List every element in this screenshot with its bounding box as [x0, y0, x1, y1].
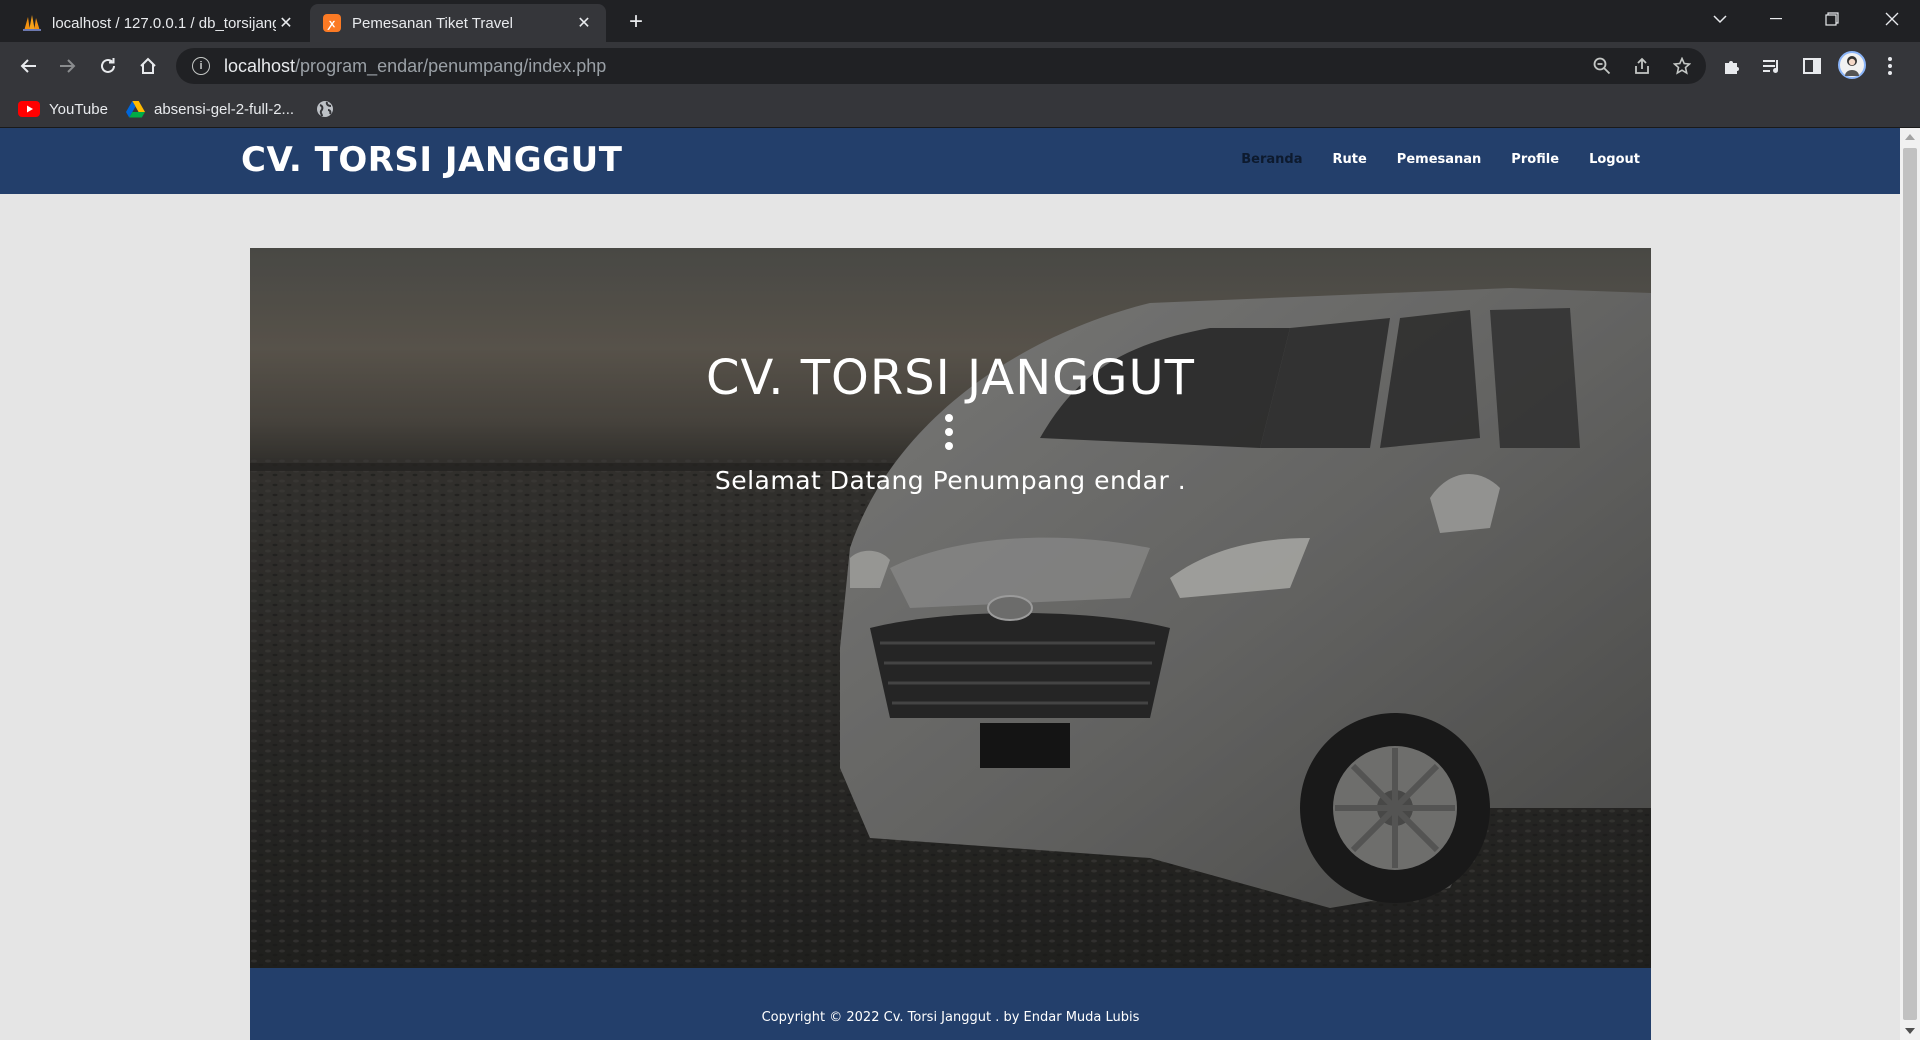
scroll-down-icon[interactable]: [1905, 1028, 1915, 1034]
youtube-icon: [18, 101, 40, 117]
address-bar[interactable]: i localhost/program_endar/penumpang/inde…: [176, 48, 1706, 84]
tab-search-icon[interactable]: [1692, 0, 1748, 38]
close-icon[interactable]: ✕: [276, 13, 296, 33]
hero-banner: CV. TORSI JANGGUT Selamat Datang Penumpa…: [250, 248, 1651, 968]
nav-link-beranda[interactable]: Beranda: [1241, 152, 1302, 167]
site-info-icon[interactable]: i: [192, 57, 210, 75]
nav-link-rute[interactable]: Rute: [1333, 152, 1367, 167]
page-scrollbar[interactable]: [1900, 128, 1920, 1040]
profile-avatar[interactable]: [1838, 51, 1866, 79]
page-viewport: CV. TORSI JANGGUT Beranda Rute Pemesanan…: [0, 128, 1900, 1040]
hero-title: CV. TORSI JANGGUT: [706, 350, 1195, 406]
site-menu: Beranda Rute Pemesanan Profile Logout: [1241, 152, 1640, 167]
menu-kebab-icon[interactable]: [1874, 50, 1906, 82]
site-navbar: CV. TORSI JANGGUT Beranda Rute Pemesanan…: [0, 128, 1900, 194]
media-queue-icon[interactable]: [1756, 50, 1788, 82]
bookmarks-bar: YouTube absensi-gel-2-full-2...: [0, 90, 1920, 128]
google-drive-icon: [126, 100, 145, 118]
browser-toolbar: i localhost/program_endar/penumpang/inde…: [0, 42, 1920, 90]
hero-subtitle: Selamat Datang Penumpang endar .: [714, 466, 1187, 495]
globe-icon: [316, 100, 334, 118]
reload-icon[interactable]: [92, 50, 124, 82]
forward-arrow-icon[interactable]: [52, 50, 84, 82]
nav-link-pemesanan[interactable]: Pemesanan: [1397, 152, 1482, 167]
scroll-up-icon[interactable]: [1905, 134, 1915, 140]
browser-tab-pemesanan[interactable]: ꭗ Pemesanan Tiket Travel ✕: [310, 4, 606, 42]
svg-text:ꭗ: ꭗ: [327, 17, 336, 30]
side-panel-icon[interactable]: [1796, 50, 1828, 82]
phpmyadmin-icon: [22, 13, 42, 33]
scrollbar-thumb[interactable]: [1903, 148, 1917, 1020]
share-icon[interactable]: [1626, 50, 1658, 82]
bookmark-star-icon[interactable]: [1666, 50, 1698, 82]
close-window-icon[interactable]: [1864, 0, 1920, 38]
minimize-icon[interactable]: [1748, 0, 1804, 38]
bookmark-youtube[interactable]: YouTube: [18, 96, 108, 122]
nav-link-profile[interactable]: Profile: [1511, 152, 1559, 167]
restore-icon[interactable]: [1804, 0, 1860, 38]
hero-divider-dots: [943, 414, 955, 450]
xampp-icon: ꭗ: [322, 13, 342, 33]
footer-copyright: Copyright © 2022 Cv. Torsi Janggut . by …: [761, 1010, 1140, 1025]
home-icon[interactable]: [132, 50, 164, 82]
bookmark-absensi[interactable]: absensi-gel-2-full-2...: [126, 96, 294, 122]
zoom-icon[interactable]: [1586, 50, 1618, 82]
site-brand[interactable]: CV. TORSI JANGGUT: [241, 140, 622, 180]
back-arrow-icon[interactable]: [12, 50, 44, 82]
tab-title: Pemesanan Tiket Travel: [352, 14, 513, 32]
bookmark-globe[interactable]: [316, 96, 343, 122]
new-tab-button[interactable]: +: [622, 8, 650, 36]
nav-link-logout[interactable]: Logout: [1589, 152, 1640, 167]
browser-tab-phpmyadmin[interactable]: localhost / 127.0.0.1 / db_torsijanggut …: [10, 4, 308, 42]
url-text: localhost/program_endar/penumpang/index.…: [224, 55, 607, 76]
extensions-puzzle-icon[interactable]: [1716, 50, 1748, 82]
close-icon[interactable]: ✕: [574, 13, 594, 33]
tab-title: localhost / 127.0.0.1 / db_torsijanggut: [52, 14, 276, 32]
site-footer: Copyright © 2022 Cv. Torsi Janggut . by …: [250, 968, 1651, 1040]
browser-tab-strip: localhost / 127.0.0.1 / db_torsijanggut …: [0, 0, 1920, 42]
